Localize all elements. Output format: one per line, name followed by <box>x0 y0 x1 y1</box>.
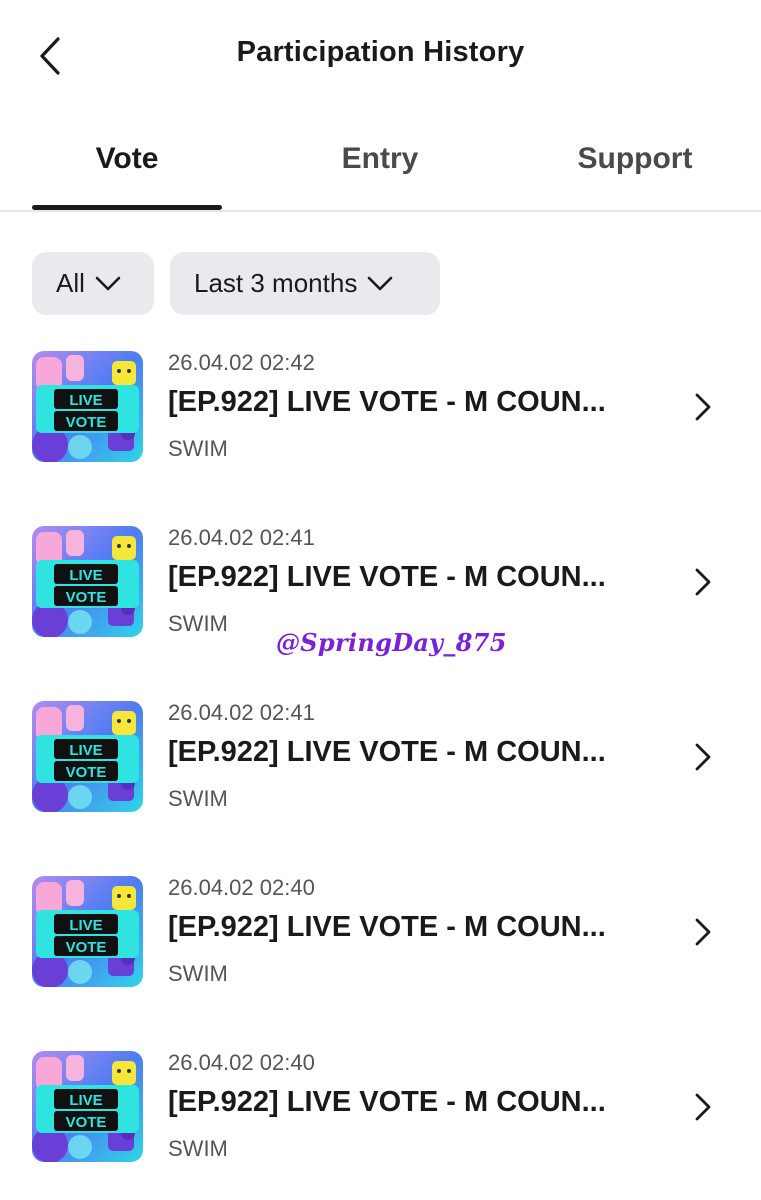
list-item[interactable]: LIVE VOTE 26.04.02 02:40 [EP.922] LIVE V… <box>0 1040 761 1180</box>
participation-date: 26.04.02 02:40 <box>168 875 315 900</box>
chevron-right-icon <box>688 565 718 599</box>
live-vote-thumbnail: LIVE VOTE <box>32 526 143 637</box>
chevron-right-icon <box>688 1090 718 1124</box>
participation-date: 26.04.02 02:42 <box>168 350 315 375</box>
participation-date: 26.04.02 02:40 <box>168 1050 315 1075</box>
live-vote-thumbnail: LIVE VOTE <box>32 1051 143 1162</box>
event-title: [EP.922] LIVE VOTE - M COUN... <box>168 386 606 418</box>
period-filter-label: Last 3 months <box>194 268 358 298</box>
thumbnail-text-live: LIVE <box>69 742 102 759</box>
chevron-down-icon <box>95 276 121 292</box>
list-item[interactable]: LIVE VOTE 26.04.02 02:42 [EP.922] LIVE V… <box>0 340 761 480</box>
event-title: [EP.922] LIVE VOTE - M COUN... <box>168 561 606 593</box>
thumbnail-text-live: LIVE <box>69 392 102 409</box>
page-title: Participation History <box>236 36 525 68</box>
period-filter-dropdown[interactable]: Last 3 months <box>170 252 440 315</box>
thumbnail-text-vote: VOTE <box>66 414 107 431</box>
thumbnail-text-live: LIVE <box>69 1092 102 1109</box>
tab-support[interactable]: Support <box>540 142 730 212</box>
filter-bar: All Last 3 months <box>32 252 440 315</box>
chevron-right-icon <box>688 740 718 774</box>
voted-option: SWIM <box>168 611 228 636</box>
chevron-right-icon <box>688 390 718 424</box>
thumbnail-text-vote: VOTE <box>66 589 107 606</box>
event-title: [EP.922] LIVE VOTE - M COUN... <box>168 1086 606 1118</box>
chevron-right-icon <box>688 915 718 949</box>
voted-option: SWIM <box>168 1136 228 1161</box>
tab-vote[interactable]: Vote <box>32 142 222 212</box>
active-tab-indicator <box>32 205 222 210</box>
tab-bar: Vote Entry Support <box>0 112 761 212</box>
live-vote-thumbnail: LIVE VOTE <box>32 351 143 462</box>
tab-entry[interactable]: Entry <box>254 142 506 212</box>
event-title: [EP.922] LIVE VOTE - M COUN... <box>168 736 606 768</box>
event-title: [EP.922] LIVE VOTE - M COUN... <box>168 911 606 943</box>
live-vote-thumbnail: LIVE VOTE <box>32 701 143 812</box>
app-header: Participation History <box>0 0 761 112</box>
list-item[interactable]: LIVE VOTE 26.04.02 02:40 [EP.922] LIVE V… <box>0 865 761 1005</box>
watermark-text: @SpringDay_875 <box>276 628 507 657</box>
chevron-down-icon <box>367 276 393 292</box>
thumbnail-text-vote: VOTE <box>66 939 107 956</box>
live-vote-thumbnail: LIVE VOTE <box>32 876 143 987</box>
thumbnail-text-live: LIVE <box>69 567 102 584</box>
type-filter-dropdown[interactable]: All <box>32 252 154 315</box>
voted-option: SWIM <box>168 786 228 811</box>
list-item[interactable]: LIVE VOTE 26.04.02 02:41 [EP.922] LIVE V… <box>0 690 761 830</box>
voted-option: SWIM <box>168 961 228 986</box>
participation-date: 26.04.02 02:41 <box>168 700 315 725</box>
voted-option: SWIM <box>168 436 228 461</box>
type-filter-label: All <box>56 268 85 298</box>
thumbnail-text-live: LIVE <box>69 917 102 934</box>
thumbnail-text-vote: VOTE <box>66 1114 107 1131</box>
thumbnail-text-vote: VOTE <box>66 764 107 781</box>
participation-date: 26.04.02 02:41 <box>168 525 315 550</box>
